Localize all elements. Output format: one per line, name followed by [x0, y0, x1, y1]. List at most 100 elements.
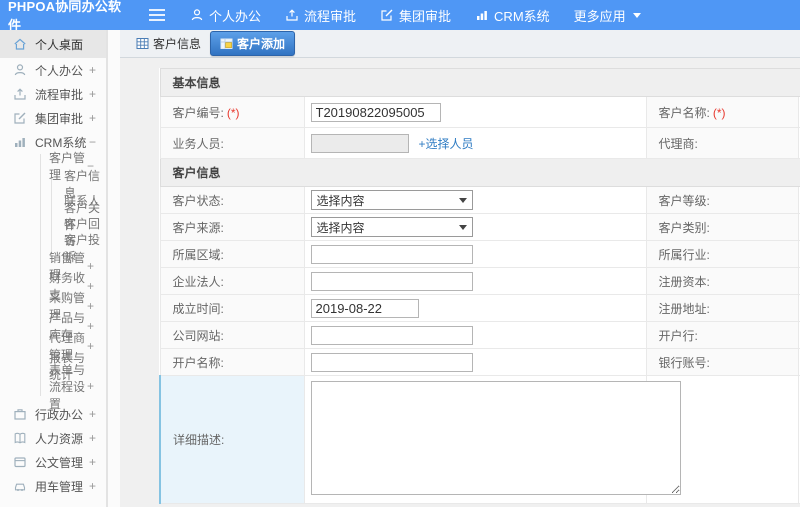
customer-source-cell: 选择内容: [303, 213, 647, 241]
description-textarea[interactable]: [310, 381, 681, 495]
topnav-label: 流程审批: [304, 8, 357, 24]
customer-source-select[interactable]: 选择内容: [310, 217, 473, 237]
sidebar-item-label: 人力资源: [35, 431, 84, 446]
customer-code-input[interactable]: [310, 102, 441, 122]
customer-add-form: 基本信息 客户编号:(*) 客户名称:(*): [159, 68, 800, 504]
sidebar-item-administration[interactable]: 行政办公 +: [0, 402, 106, 426]
company-website-label-cell: 公司网站:: [159, 321, 305, 349]
expand-toggle[interactable]: +: [87, 319, 94, 333]
industry-label-cell: 所属行业:: [645, 240, 799, 268]
field-label: 业务人员:: [172, 136, 224, 151]
expand-toggle[interactable]: +: [89, 87, 96, 101]
region-cell: [303, 240, 647, 268]
founding-date-cell: [303, 294, 647, 322]
section-header-basic-info: 基本信息: [159, 68, 800, 97]
description-cell: [303, 375, 681, 504]
expand-toggle[interactable]: +: [89, 111, 96, 125]
company-website-cell: [303, 321, 647, 349]
sidebar-item-group-approval[interactable]: 集团审批 +: [0, 106, 106, 130]
account-name-cell: [303, 348, 647, 376]
account-name-label-cell: 开户名称:: [159, 348, 305, 376]
sidebar-item-label: 流程审批: [35, 87, 84, 102]
tab-label: 客户信息: [153, 37, 202, 51]
customer-code-input-cell: [303, 96, 647, 128]
tab-customer-add[interactable]: 客户添加: [210, 31, 296, 56]
topnav-group-approval[interactable]: 集团审批: [380, 6, 451, 25]
expand-toggle[interactable]: +: [89, 63, 96, 77]
sidebar-item-label: 用车管理: [35, 479, 84, 494]
sidebar-item-document-management[interactable]: 公文管理 +: [0, 450, 106, 474]
expand-toggle[interactable]: +: [87, 299, 94, 313]
customer-name-label-cell: 客户名称: (*): [645, 96, 799, 128]
registered-address-label-cell: 注册地址:: [645, 294, 799, 322]
topnav-process-approval[interactable]: 流程审批: [285, 6, 356, 25]
edit-icon: [13, 111, 27, 125]
legal-person-cell: [303, 267, 647, 295]
required-marker: (*): [226, 105, 240, 120]
document-icon: [13, 455, 27, 469]
company-website-input[interactable]: [310, 325, 473, 345]
sidebar-bottom-group: 行政办公 + 人力资源 + 公文管理 + 用车管理 +: [0, 402, 106, 498]
customer-code-label-cell: 客户编号: (*): [159, 96, 305, 128]
region-input[interactable]: [310, 244, 473, 264]
choose-personnel-link[interactable]: +选择人员: [419, 137, 474, 151]
field-label: 客户状态:: [172, 193, 224, 208]
sidebar-item-human-resources[interactable]: 人力资源 +: [0, 426, 106, 450]
sidebar-item-label: CRM系统: [35, 135, 87, 150]
customer-level-label-cell: 客户等级:: [645, 186, 799, 214]
caret-down-icon: [458, 224, 467, 230]
account-name-input[interactable]: [310, 352, 473, 372]
sidebar-item-vehicle-management[interactable]: 用车管理 +: [0, 474, 106, 498]
expand-toggle[interactable]: −: [89, 135, 96, 149]
legal-person-label-cell: 企业法人:: [159, 267, 305, 295]
sidebar-item-process-approval[interactable]: 流程审批 +: [0, 82, 106, 106]
expand-toggle[interactable]: +: [89, 431, 96, 445]
car-icon: [13, 479, 27, 493]
founding-date-label-cell: 成立时间:: [159, 294, 305, 322]
topnav-personal-office[interactable]: 个人办公: [190, 6, 261, 25]
field-label: 企业法人:: [172, 274, 224, 289]
section-title: 客户信息: [172, 166, 221, 180]
flow-icon: [285, 8, 299, 22]
customer-status-select[interactable]: 选择内容: [310, 190, 473, 210]
founding-date-input[interactable]: [310, 298, 419, 318]
legal-person-input[interactable]: [310, 271, 473, 291]
field-label: 银行账号:: [658, 355, 710, 370]
user-icon: [13, 63, 27, 77]
sidebar-scrollbar[interactable]: [106, 30, 108, 507]
salesperson-label-cell: 业务人员:: [159, 127, 305, 159]
topnav-label: CRM系统: [494, 8, 550, 24]
sidebar: 个人桌面 个人办公 + 流程审批 + 集团审批 + CRM系统 − 客户管理 −…: [0, 30, 120, 507]
required-marker: (*): [712, 105, 726, 120]
field-label: 所属行业:: [658, 247, 710, 262]
select-value: 选择内容: [316, 220, 365, 235]
topnav-more-apps[interactable]: 更多应用: [574, 6, 641, 25]
menu-toggle-icon[interactable]: [148, 8, 166, 22]
sidebar-item-form-process-settings[interactable]: 表单与流程设置 +: [41, 363, 106, 411]
field-label: 开户行:: [658, 328, 698, 343]
salesperson-input: [310, 133, 409, 153]
caret-down-icon: [458, 197, 467, 203]
expand-toggle[interactable]: +: [89, 407, 96, 421]
customer-source-label-cell: 客户来源:: [159, 213, 305, 241]
sidebar-item-personal-office[interactable]: 个人办公 +: [0, 58, 106, 82]
field-label: 注册地址:: [658, 301, 710, 316]
content-area: 客户信息 客户添加 基本信息 客户编号: (*) T20190822095005…: [120, 30, 800, 507]
region-label-cell: 所属区域:: [159, 240, 305, 268]
sidebar-item-label: 集团审批: [35, 111, 84, 126]
bar-chart-icon: [475, 8, 489, 22]
expand-toggle[interactable]: +: [89, 479, 96, 493]
sidebar-item-label: 公文管理: [35, 455, 84, 470]
home-icon: [13, 37, 27, 51]
field-label: 公司网站:: [172, 328, 224, 343]
expand-toggle[interactable]: +: [87, 279, 94, 293]
field-label: 代理商:: [658, 136, 698, 151]
expand-toggle[interactable]: +: [87, 379, 94, 393]
topnav-crm-system[interactable]: CRM系统: [475, 6, 550, 25]
description-label-cell: 详细描述:: [159, 375, 305, 504]
expand-toggle[interactable]: +: [89, 455, 96, 469]
sidebar-item-personal-desktop[interactable]: 个人桌面: [0, 30, 106, 58]
bank-branch-label-cell: 开户行:: [645, 321, 799, 349]
tab-customer-info[interactable]: 客户信息: [136, 35, 201, 52]
expand-toggle[interactable]: +: [87, 259, 94, 273]
